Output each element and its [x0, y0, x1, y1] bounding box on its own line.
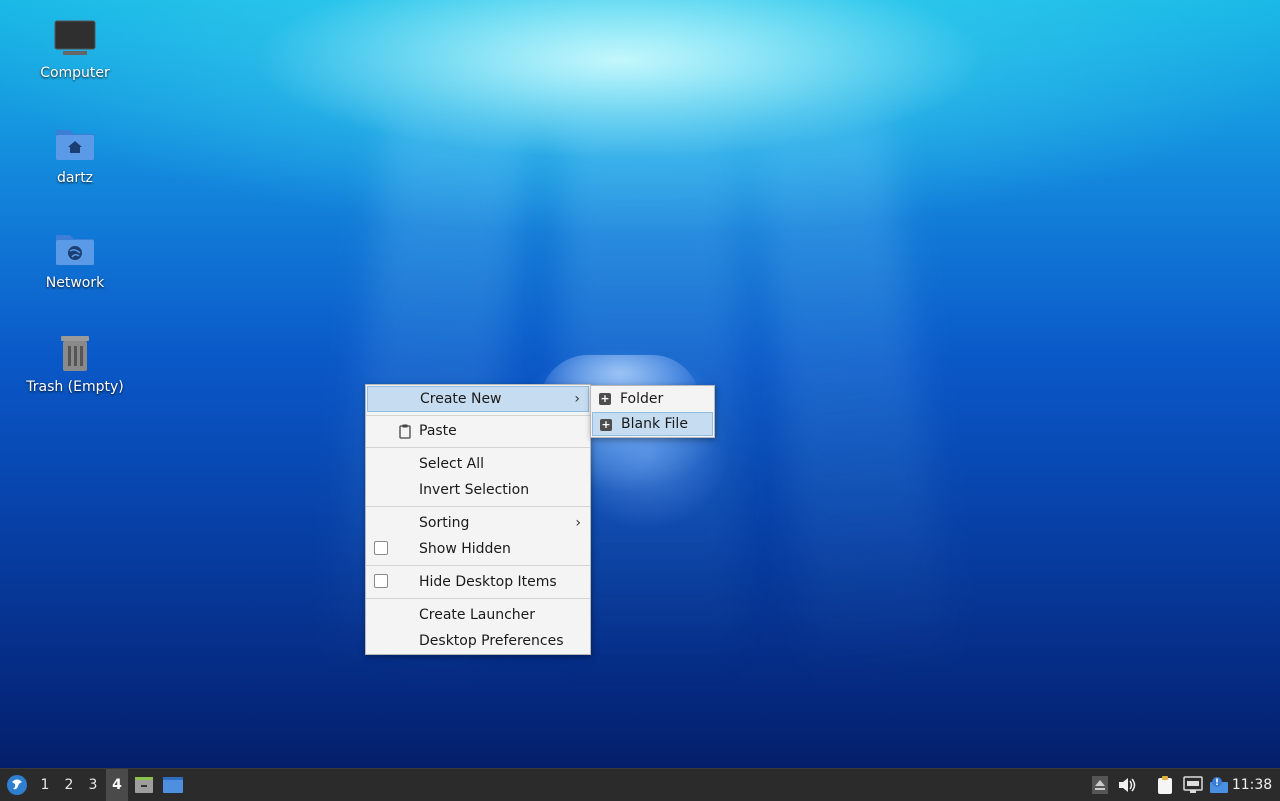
computer-icon — [53, 17, 97, 61]
menu-item-label: Create New — [420, 391, 502, 407]
workspace-1[interactable]: 1 — [34, 769, 56, 801]
menu-item-select-all[interactable]: Select All — [367, 451, 589, 477]
trash-icon — [53, 331, 97, 375]
file-manager-launcher[interactable] — [133, 769, 155, 801]
menu-item-desktop-preferences[interactable]: Desktop Preferences — [367, 628, 589, 654]
eject-button[interactable] — [1090, 769, 1110, 801]
desktop-context-menu: Create New › Paste Select All Invert Sel… — [365, 384, 591, 655]
home-folder-icon — [53, 122, 97, 166]
start-menu-button[interactable] — [4, 769, 30, 801]
desktop-icon-home-folder[interactable]: dartz — [15, 122, 135, 186]
menu-item-invert-selection[interactable]: Invert Selection — [367, 477, 589, 503]
file-manager-icon — [135, 777, 153, 793]
submenu-item-blank-file[interactable]: + Blank File — [592, 412, 713, 436]
update-notifier-icon — [1210, 777, 1228, 793]
desktop-icon-computer[interactable]: Computer — [15, 17, 135, 81]
menu-separator — [366, 506, 590, 507]
new-file-icon: + — [600, 418, 612, 431]
workspace-4[interactable]: 4 — [106, 769, 128, 801]
menu-item-label: Show Hidden — [419, 541, 511, 557]
volume-icon — [1119, 778, 1136, 792]
volume-control[interactable] — [1116, 769, 1138, 801]
submenu-item-folder[interactable]: + Folder — [592, 387, 713, 411]
clipboard-paste-icon — [399, 424, 411, 439]
new-folder-icon: + — [599, 392, 611, 405]
chevron-right-icon: › — [575, 515, 581, 531]
network-folder-icon — [53, 227, 97, 271]
submenu-item-label: Folder — [620, 391, 664, 407]
taskbar: 1 2 3 4 11:38 — [0, 768, 1280, 801]
desktop-icon-label: Network — [45, 275, 105, 291]
submenu-item-label: Blank File — [621, 416, 688, 432]
update-notifier-tray[interactable] — [1207, 769, 1231, 801]
show-desktop-button[interactable] — [161, 769, 185, 801]
menu-item-sorting[interactable]: Sorting › — [367, 510, 589, 536]
menu-item-paste[interactable]: Paste — [367, 418, 589, 444]
eject-icon — [1092, 776, 1108, 794]
menu-separator — [366, 565, 590, 566]
menu-item-label: Create Launcher — [419, 607, 536, 623]
desktop-icon-network[interactable]: Network — [15, 227, 135, 291]
network-tray[interactable] — [1181, 769, 1205, 801]
chevron-right-icon: › — [574, 391, 580, 407]
menu-item-show-hidden[interactable]: Show Hidden — [367, 536, 589, 562]
menu-item-hide-desktop-items[interactable]: Hide Desktop Items — [367, 569, 589, 595]
workspace-3[interactable]: 3 — [82, 769, 104, 801]
menu-item-label: Select All — [419, 456, 484, 472]
menu-item-label: Desktop Preferences — [419, 633, 564, 649]
menu-item-create-new[interactable]: Create New › — [367, 386, 589, 412]
desktop-icon-label: Trash (Empty) — [26, 379, 124, 395]
menu-item-label: Invert Selection — [419, 482, 530, 498]
desktop-background[interactable]: Computer dartz Network Trash (Empty) Cre… — [0, 0, 1280, 768]
desktop-icon-label: dartz — [56, 170, 94, 186]
menu-item-label: Sorting — [419, 515, 470, 531]
workspace-2[interactable]: 2 — [58, 769, 80, 801]
menu-separator — [366, 415, 590, 416]
show-desktop-icon — [163, 777, 183, 793]
network-icon — [1183, 776, 1203, 793]
clipboard-tray[interactable] — [1154, 769, 1176, 801]
desktop-icon-label: Computer — [40, 65, 110, 81]
menu-separator — [366, 598, 590, 599]
menu-separator — [366, 447, 590, 448]
show-hidden-checkbox[interactable] — [374, 541, 388, 555]
hide-desktop-items-checkbox[interactable] — [374, 574, 388, 588]
clipboard-icon — [1158, 776, 1172, 794]
desktop-icon-trash[interactable]: Trash (Empty) — [15, 331, 135, 395]
menu-item-label: Hide Desktop Items — [419, 574, 557, 590]
lxqt-start-icon — [7, 775, 27, 795]
create-new-submenu: + Folder + Blank File — [590, 385, 715, 438]
clock[interactable]: 11:38 — [1232, 769, 1272, 801]
menu-item-create-launcher[interactable]: Create Launcher — [367, 602, 589, 628]
menu-item-label: Paste — [419, 423, 457, 439]
